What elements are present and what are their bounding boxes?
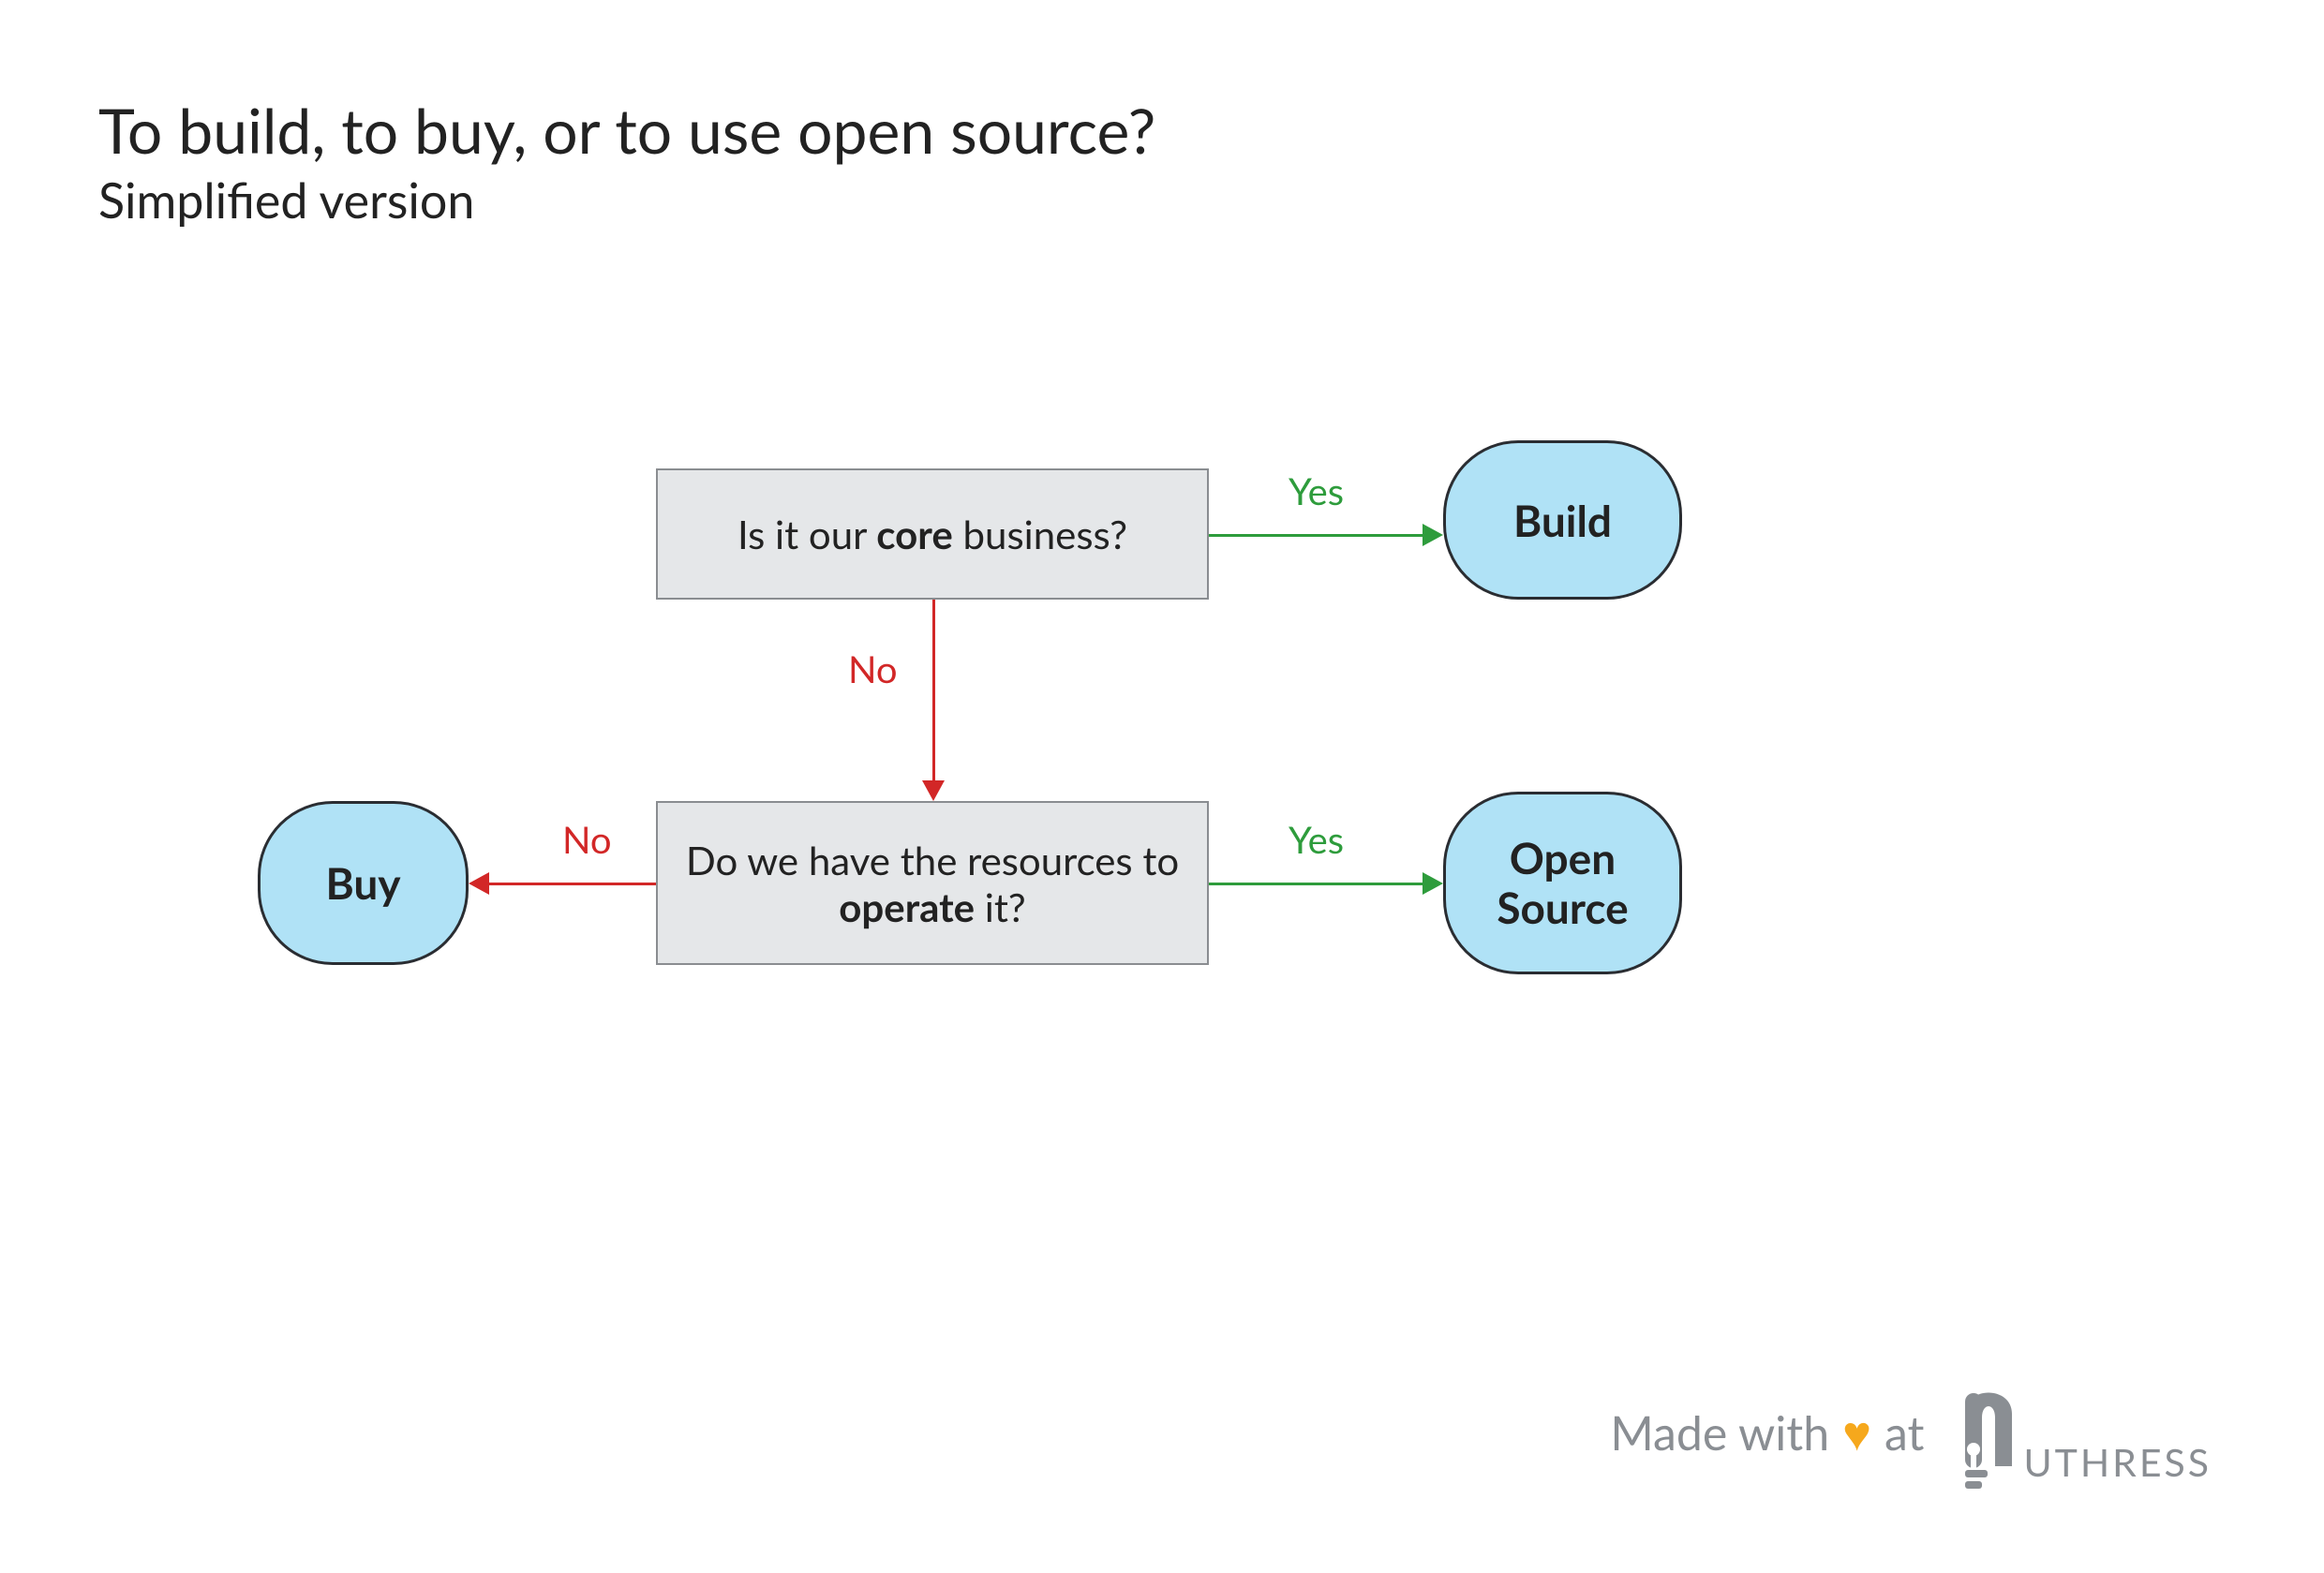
edge-q2-no	[487, 883, 656, 885]
edge-q1-yes	[1209, 534, 1424, 537]
edge-label-yes: Yes	[1289, 817, 1344, 862]
edge-label-no: No	[848, 646, 898, 691]
terminal-label: Build	[1513, 495, 1612, 546]
footer-attribution: Made with ♥ at uthress	[1610, 1376, 2212, 1489]
arrowhead-icon	[1423, 872, 1443, 895]
edge-q2-yes	[1209, 883, 1424, 885]
arrowhead-icon	[1423, 524, 1443, 546]
arrowhead-icon	[922, 780, 945, 801]
terminal-build: Build	[1443, 440, 1682, 600]
brand-name: uthress	[2023, 1424, 2212, 1489]
edge-q1-no	[932, 600, 935, 782]
page-subtitle: Simplified version	[98, 171, 1155, 230]
decision-text: Do we have the resources to operate it?	[680, 837, 1184, 930]
edge-label-no: No	[562, 817, 612, 862]
decision-operate-resources: Do we have the resources to operate it?	[656, 801, 1209, 965]
authress-logo-icon	[1946, 1376, 2027, 1489]
arrowhead-icon	[469, 872, 489, 895]
decision-core-business: Is it our core business?	[656, 468, 1209, 600]
terminal-open-source: Open Source	[1443, 792, 1682, 974]
footer-at: at	[1885, 1404, 1924, 1461]
page-title: To build, to buy, or to use open source?	[98, 94, 1155, 168]
brand-logo: uthress	[1946, 1376, 2212, 1489]
heart-icon: ♥	[1842, 1408, 1871, 1457]
footer-made-with: Made with	[1610, 1404, 1829, 1461]
decision-text: Is it our core business?	[737, 511, 1127, 557]
terminal-label: Buy	[325, 857, 400, 909]
edge-label-yes: Yes	[1289, 468, 1344, 513]
terminal-buy: Buy	[258, 801, 469, 965]
terminal-label: Open Source	[1455, 834, 1670, 933]
header: To build, to buy, or to use open source?…	[98, 94, 1155, 230]
